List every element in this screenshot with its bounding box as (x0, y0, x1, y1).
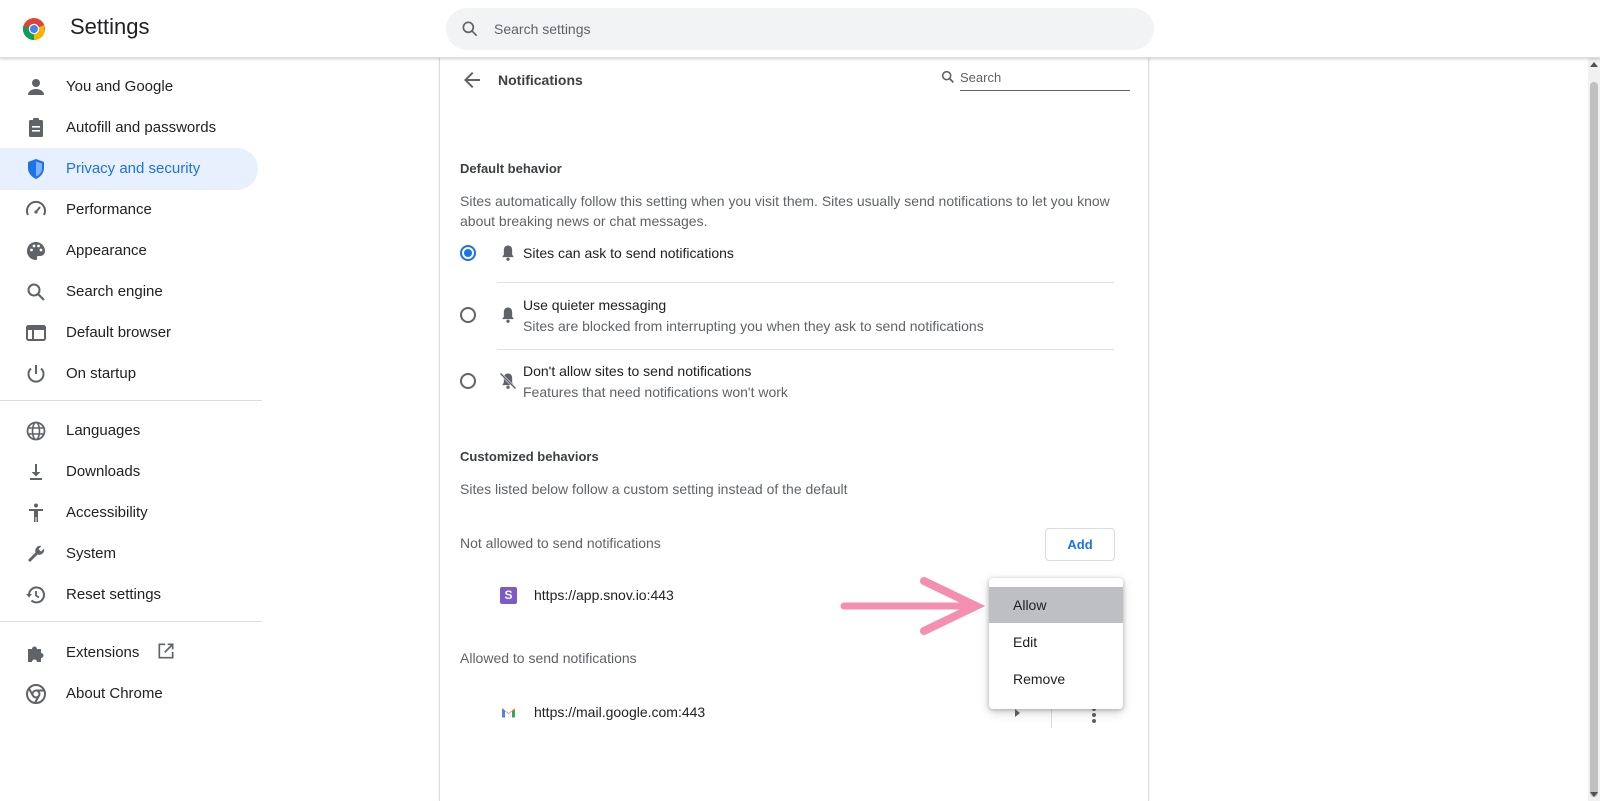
option-quieter-messaging[interactable]: Use quieter messaging Sites are blocked … (460, 290, 1130, 346)
sidebar-item-label: Downloads (66, 463, 141, 480)
app-title: Settings (70, 14, 150, 39)
sidebar-item-system[interactable]: System (0, 533, 258, 575)
option-label: Sites can ask to send notifications (523, 245, 734, 261)
accessibility-icon (29, 503, 43, 522)
site-url: https://app.snov.io:443 (534, 587, 674, 603)
chrome-icon (26, 684, 46, 704)
scroll-down-arrow-icon[interactable] (1590, 792, 1598, 797)
shield-icon (28, 159, 44, 179)
sidebar-item-downloads[interactable]: Downloads (0, 451, 258, 493)
sidebar: You and Google Autofill and passwords Pr… (0, 58, 262, 801)
sidebar-item-you-and-google[interactable]: You and Google (0, 66, 258, 108)
chrome-logo-icon (22, 18, 45, 41)
customized-behaviors-heading: Customized behaviors (460, 449, 599, 464)
option-sublabel: Sites are blocked from interrupting you … (523, 318, 984, 334)
sidebar-item-on-startup[interactable]: On startup (0, 353, 258, 395)
radio-quieter-messaging[interactable] (460, 307, 476, 323)
puzzle-icon (28, 646, 44, 662)
sidebar-item-label: Performance (66, 201, 152, 218)
sidebar-item-label: Default browser (66, 324, 172, 341)
sidebar-divider (0, 400, 262, 401)
bell-icon (502, 245, 514, 261)
page-scrollbar[interactable] (1588, 58, 1600, 801)
sidebar-item-label: Privacy and security (66, 160, 201, 177)
row-divider (497, 282, 1114, 283)
gmail-favicon-icon (502, 708, 515, 718)
scroll-thumb[interactable] (1590, 82, 1598, 797)
browser-window-icon (26, 325, 46, 341)
sidebar-item-extensions[interactable]: Extensions (0, 632, 258, 674)
add-button[interactable]: Add (1045, 528, 1115, 561)
top-bar: Settings Search settings (0, 0, 1600, 58)
sidebar-item-label: System (66, 545, 117, 562)
clipboard-icon (29, 118, 43, 137)
page-search-input[interactable]: Search (940, 66, 1130, 92)
more-actions-icon[interactable] (1092, 707, 1096, 725)
default-behavior-heading: Default behavior (460, 161, 562, 176)
page-title: Notifications (498, 72, 583, 88)
bell-off-icon (499, 372, 517, 390)
bell-icon (502, 307, 514, 323)
sidebar-item-performance[interactable]: Performance (0, 189, 258, 231)
site-actions-menu: Allow Edit Remove (989, 578, 1123, 709)
option-dont-allow[interactable]: Don't allow sites to send notifications … (460, 356, 1130, 412)
sidebar-item-privacy[interactable]: Privacy and security (0, 148, 258, 190)
wrench-icon (28, 545, 45, 562)
sidebar-divider (0, 621, 262, 622)
sidebar-item-label: Languages (66, 422, 141, 439)
sidebar-item-label: Appearance (66, 242, 147, 259)
power-icon (27, 365, 45, 383)
person-icon (28, 79, 44, 95)
search-placeholder: Search settings (494, 21, 591, 37)
sidebar-item-search-engine[interactable]: Search engine (0, 271, 258, 313)
search-underline (960, 90, 1130, 91)
scroll-up-arrow-icon[interactable] (1590, 62, 1598, 67)
menu-item-remove[interactable]: Remove (989, 661, 1123, 697)
sidebar-item-appearance[interactable]: Appearance (0, 230, 258, 272)
back-arrow-icon[interactable] (460, 68, 484, 92)
sidebar-item-autofill[interactable]: Autofill and passwords (0, 107, 258, 149)
sidebar-item-about-chrome[interactable]: About Chrome (0, 673, 258, 715)
default-behavior-description: Sites automatically follow this setting … (460, 193, 1110, 229)
speedometer-icon (26, 200, 46, 216)
snov-favicon-icon: S (500, 587, 517, 604)
sidebar-item-label: Search engine (66, 283, 163, 300)
sidebar-item-label: On startup (66, 365, 137, 382)
page-search-placeholder: Search (960, 70, 1002, 85)
allowed-label: Allowed to send notifications (460, 650, 637, 666)
sidebar-item-reset-settings[interactable]: Reset settings (0, 574, 258, 616)
option-sublabel: Features that need notifications won't w… (523, 384, 788, 400)
sidebar-item-languages[interactable]: Languages (0, 410, 258, 452)
option-label: Use quieter messaging (523, 297, 667, 313)
open-in-new-icon (158, 643, 174, 659)
sidebar-item-label: Extensions (66, 644, 140, 661)
annotation-arrow-icon (840, 577, 985, 635)
site-url: https://mail.google.com:443 (534, 704, 706, 720)
option-label: Don't allow sites to send notifications (523, 363, 752, 379)
search-icon (941, 70, 954, 83)
search-icon (462, 21, 478, 37)
sidebar-item-label: Accessibility (66, 504, 148, 521)
download-icon (30, 464, 42, 480)
sidebar-item-label: Reset settings (66, 586, 162, 603)
not-allowed-label: Not allowed to send notifications (460, 535, 661, 551)
sidebar-item-label: Autofill and passwords (66, 119, 217, 136)
menu-item-allow[interactable]: Allow (989, 587, 1123, 623)
customized-behaviors-description: Sites listed below follow a custom setti… (460, 481, 848, 497)
palette-icon (27, 242, 45, 260)
menu-item-edit[interactable]: Edit (989, 624, 1123, 660)
sidebar-item-default-browser[interactable]: Default browser (0, 312, 258, 354)
expand-caret-icon[interactable] (1015, 709, 1020, 717)
sidebar-item-label: About Chrome (66, 685, 163, 702)
sidebar-item-label: You and Google (66, 78, 174, 95)
sidebar-item-accessibility[interactable]: Accessibility (0, 492, 258, 534)
option-sites-can-ask[interactable]: Sites can ask to send notifications (460, 238, 1130, 280)
history-icon (26, 586, 45, 604)
search-icon (27, 283, 45, 301)
globe-icon (26, 421, 46, 441)
settings-search-bar[interactable]: Search settings (446, 8, 1154, 50)
row-divider (497, 349, 1114, 350)
radio-sites-can-ask[interactable] (460, 245, 476, 261)
radio-dont-allow[interactable] (460, 373, 476, 389)
